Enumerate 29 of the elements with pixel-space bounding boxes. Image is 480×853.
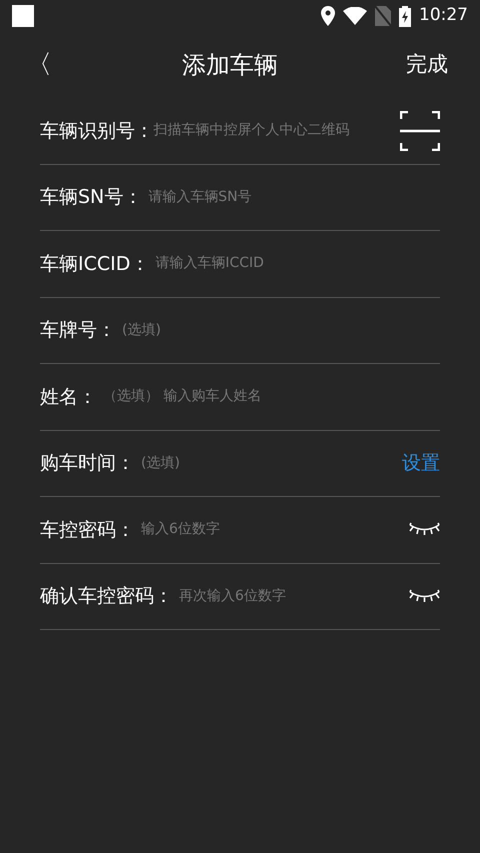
battery-icon (399, 6, 411, 26)
scan-button[interactable] (400, 110, 440, 151)
field-label: 姓名： (40, 384, 97, 410)
page-title: 添加车辆 (182, 50, 278, 81)
input-field[interactable]: 请输入车辆ICCID (149, 253, 440, 274)
field-label: 车辆识别号 : (40, 118, 148, 144)
input-field[interactable]: (选填) (135, 452, 402, 474)
field-label: 购车时间： (40, 451, 135, 476)
set-button[interactable]: 设置 (402, 449, 440, 478)
done-button[interactable]: 完成 (406, 49, 448, 81)
wifi-icon (343, 7, 367, 25)
input-field[interactable]: 扫描车辆中控屏个人中心二维码 (147, 120, 400, 142)
notification-icon (12, 5, 34, 27)
field-label: 确认车控密码： (40, 584, 173, 609)
eye-closed-icon[interactable] (409, 588, 440, 604)
no-sim-icon (375, 6, 391, 26)
location-icon (321, 6, 335, 26)
field-label: 车辆SN号： (40, 185, 142, 210)
field-label: 车控密码： (40, 518, 135, 542)
input-field[interactable]: （选填） 输入购车人姓名 (97, 386, 440, 408)
back-button[interactable]: 〈 (24, 46, 54, 84)
input-field[interactable]: (选填) (116, 320, 440, 341)
input-field[interactable]: 请输入车辆SN号 (142, 186, 440, 208)
clock-text: 10:27 (419, 4, 468, 28)
input-field[interactable]: 输入6位数字 (135, 519, 409, 540)
eye-closed-icon[interactable] (409, 522, 440, 538)
field-label: 车牌号： (40, 318, 116, 343)
input-field[interactable]: 再次输入6位数字 (173, 586, 409, 607)
field-label: 车辆ICCID： (40, 252, 150, 276)
